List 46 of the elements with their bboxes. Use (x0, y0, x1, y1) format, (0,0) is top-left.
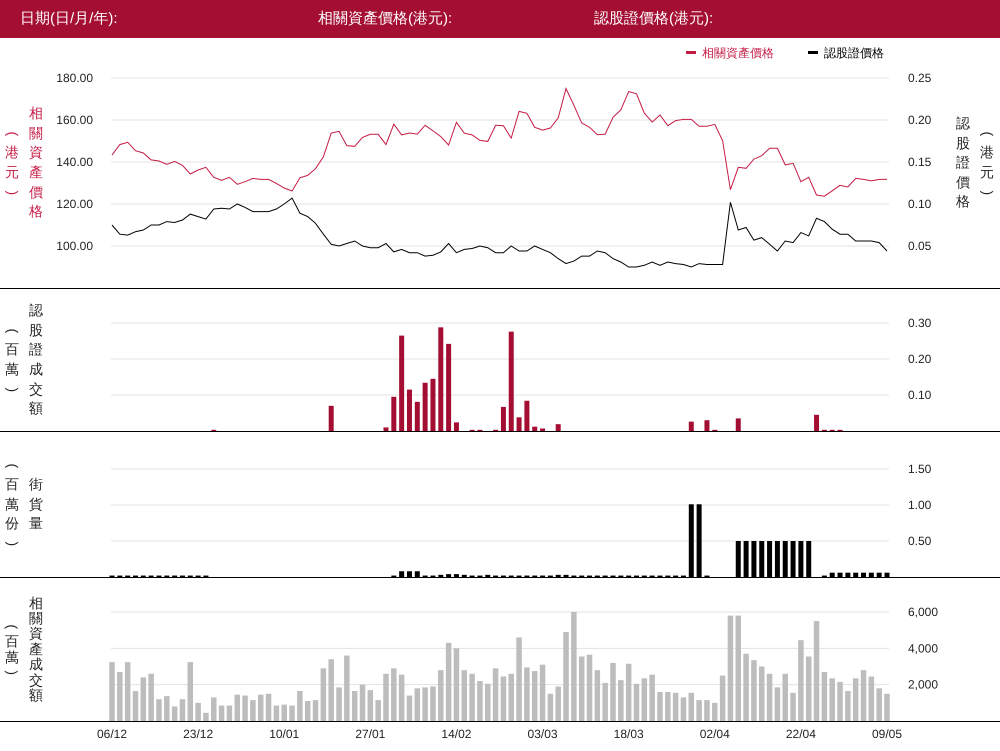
field-label: 日期(日/月/年): (20, 8, 118, 29)
tick-label: 100.00 (56, 239, 93, 253)
tick-label: 27/01 (355, 727, 386, 741)
tick-label: 22/04 (786, 727, 816, 741)
tick-label: 0.25 (908, 71, 932, 85)
tick-label: 0.20 (908, 113, 932, 127)
legend-item: 認股證價格 (808, 46, 884, 60)
field-label: 認股證價格(港元): (594, 8, 714, 29)
tick-label: 0.30 (908, 316, 932, 330)
tick-label: 140.00 (56, 155, 93, 169)
tick-label: 14/02 (441, 727, 472, 741)
tick-label: 0.05 (908, 239, 932, 253)
tick-label: 1.50 (908, 462, 932, 476)
axis-unit: (港元) (980, 130, 994, 197)
tick-label: 4,000 (908, 641, 938, 656)
legend-item: 相關資產價格 (686, 46, 774, 60)
axis-title: 認股證價格 (956, 114, 970, 212)
tick-label: 0.50 (908, 534, 932, 548)
tick-label: 6,000 (908, 605, 938, 619)
tick-label: 03/03 (528, 727, 558, 741)
tick-label: 02/04 (700, 727, 730, 741)
tick-label: 06/12 (96, 727, 128, 741)
axis-unit: (百萬) (5, 623, 19, 677)
legend-label: 相關資產價格 (702, 46, 774, 60)
legend-label: 認股證價格 (824, 46, 884, 60)
tick-label: 120.00 (56, 197, 93, 211)
tick-label: 09/05 (872, 727, 902, 741)
tick-label: 0.10 (908, 388, 932, 402)
axis-title: 相關資產價格 (29, 104, 43, 222)
axis-title: 街貨量 (29, 475, 43, 534)
axis-unit: (港元) (5, 130, 19, 197)
axis-title: 相關資產成交額 (29, 596, 43, 704)
tick-label: 180.00 (56, 71, 93, 85)
tick-label: 1.00 (908, 498, 932, 512)
tick-label: 0.20 (908, 352, 932, 366)
tick-label: 2,000 (908, 678, 938, 692)
tick-label: 18/03 (614, 727, 644, 741)
tick-label: 0.10 (908, 197, 932, 211)
tick-label: 0.15 (908, 155, 932, 169)
axis-unit: (百萬份) (5, 462, 19, 548)
axis-unit: (百萬) (5, 327, 19, 394)
tick-label: 23/12 (183, 727, 214, 741)
field-label: 相關資產價格(港元): (318, 8, 454, 29)
tick-label: 160.00 (56, 113, 93, 127)
axis-title: 認股證成交額 (29, 301, 43, 418)
tick-label: 10/01 (269, 727, 300, 741)
